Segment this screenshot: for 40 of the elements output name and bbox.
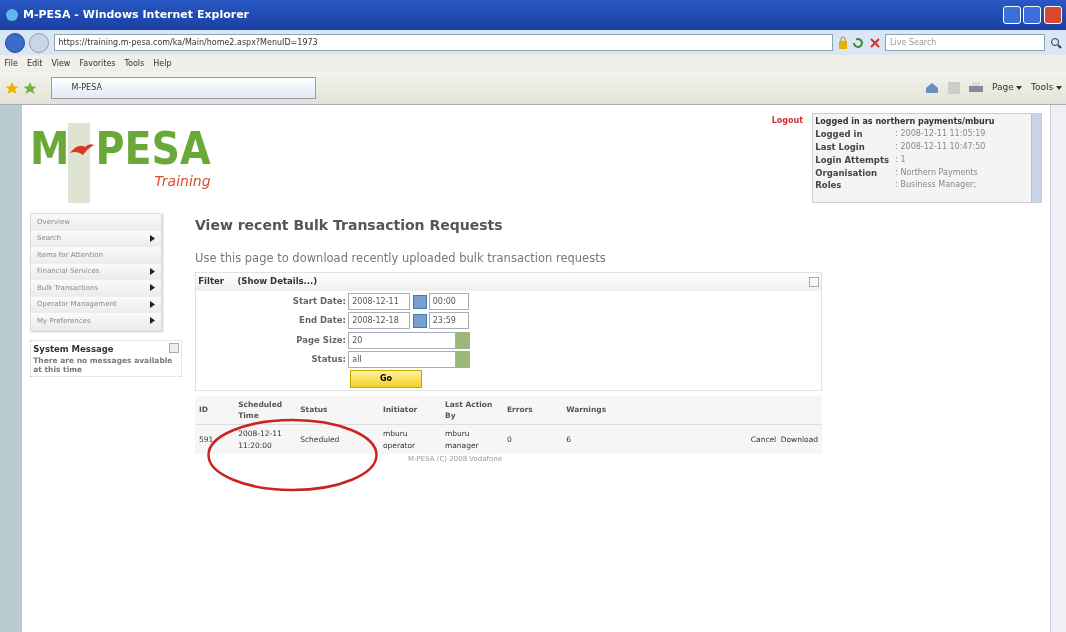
menu-item[interactable]: Edit: [26, 57, 43, 70]
logo-text: M: [30, 127, 70, 171]
address-field[interactable]: https://training.m-pesa.com/ka/Main/home2.aspx?MenuID=1973: [53, 34, 833, 51]
session-heading: Logged in as northern payments/mburu: [815, 116, 996, 129]
field-label: End Date:: [298, 314, 346, 328]
time-field[interactable]: 23:59: [428, 312, 469, 330]
field-label: Status:: [310, 352, 346, 366]
info-value: : 1: [895, 153, 906, 166]
toolbar-menu[interactable]: Tools: [1031, 81, 1062, 95]
info-value: : Northern Payments: [895, 166, 978, 179]
date-field[interactable]: 2008-12-18: [348, 312, 411, 330]
info-value: : Business Manager;: [895, 179, 977, 192]
menu-item[interactable]: Tools: [124, 57, 145, 70]
window-title: M-PESA - Windows Internet Explorer: [23, 6, 250, 23]
info-label: Login Attempts: [815, 153, 891, 167]
field-label: Start Date:: [291, 295, 346, 308]
logo-text: PESA: [95, 127, 211, 171]
show-details-link[interactable]: (Show Details...): [237, 275, 318, 289]
logo-subtitle: Training: [153, 172, 211, 191]
panel-title: System Message: [33, 342, 114, 356]
menu-item[interactable]: View: [51, 57, 71, 70]
toolbar-menu[interactable]: Page: [992, 81, 1023, 95]
logout-link[interactable]: Logout: [771, 115, 803, 203]
info-value: : 2008-12-11 10:47:50: [895, 141, 986, 153]
date-field[interactable]: 2008-12-11: [348, 293, 411, 310]
field-label: Page Size:: [295, 333, 346, 347]
page-description: Use this page to download recently uploaded bulk transaction requests: [195, 250, 607, 267]
info-label: Logged in: [815, 128, 864, 141]
menu-item[interactable]: Favorites: [79, 57, 116, 70]
page-heading: View recent Bulk Transaction Requests: [195, 216, 504, 235]
menu-item[interactable]: Help: [153, 57, 172, 70]
info-value: : 2008-12-11 11:05:19: [895, 128, 986, 141]
info-label: Last Login: [815, 141, 866, 154]
go-button[interactable]: Go: [350, 370, 422, 388]
browser-tab[interactable]: M-PESA: [50, 77, 316, 99]
info-label: Organisation: [815, 166, 879, 180]
info-label: Roles: [815, 179, 843, 192]
filter-title: Filter: [198, 275, 224, 289]
menu-item[interactable]: File: [4, 57, 18, 70]
time-field[interactable]: 00:00: [428, 293, 469, 310]
